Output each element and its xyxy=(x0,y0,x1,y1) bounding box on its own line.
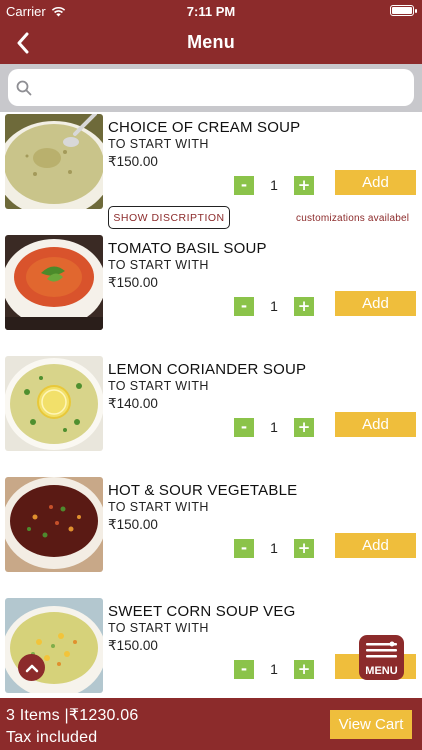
item-category: TO START WITH xyxy=(108,500,209,514)
qty-value: 1 xyxy=(270,298,278,314)
qty-plus-button[interactable]: + xyxy=(294,539,314,558)
chevron-up-icon xyxy=(25,664,38,672)
item-name: HOT & SOUR VEGETABLE xyxy=(108,482,298,499)
menu-fab-label: MENU xyxy=(365,665,398,677)
qty-minus-button[interactable]: - xyxy=(234,660,254,679)
add-button[interactable]: Add xyxy=(335,533,416,558)
item-price: ₹150.00 xyxy=(108,275,158,290)
item-name: LEMON CORIANDER SOUP xyxy=(108,361,307,378)
menu-item: CHOICE OF CREAM SOUP TO START WITH ₹150.… xyxy=(0,112,422,233)
customizations-note: customizations availabel xyxy=(296,213,410,224)
add-button[interactable]: Add xyxy=(335,170,416,195)
item-name: TOMATO BASIL SOUP xyxy=(108,240,267,257)
qty-plus-button[interactable]: + xyxy=(294,176,314,195)
tax-note: Tax included xyxy=(6,729,98,746)
add-button[interactable]: Add xyxy=(335,412,416,437)
cart-summary: 3 Items |₹1230.06 xyxy=(6,707,139,724)
menu-fab-button[interactable]: MENU xyxy=(359,635,404,680)
item-price: ₹150.00 xyxy=(108,517,158,532)
status-time: 7:11 PM xyxy=(186,4,236,19)
status-bar: Carrier 7:11 PM xyxy=(0,0,422,22)
qty-minus-button[interactable]: - xyxy=(234,539,254,558)
qty-minus-button[interactable]: - xyxy=(234,297,254,316)
battery-icon xyxy=(390,5,417,16)
app-header: Carrier 7:11 PM Menu xyxy=(0,0,422,64)
item-name: CHOICE OF CREAM SOUP xyxy=(108,119,301,136)
menu-item: TOMATO BASIL SOUP TO START WITH ₹150.00 … xyxy=(0,233,422,354)
tomato-basil-soup-photo xyxy=(5,235,103,330)
scroll-to-top-button[interactable] xyxy=(18,654,45,681)
menu-item: LEMON CORIANDER SOUP TO START WITH ₹140.… xyxy=(0,354,422,475)
qty-plus-button[interactable]: + xyxy=(294,297,314,316)
qty-plus-button[interactable]: + xyxy=(294,660,314,679)
hot-sour-soup-photo xyxy=(5,477,103,572)
lemon-coriander-soup-photo xyxy=(5,356,103,451)
page-title: Menu xyxy=(187,32,235,52)
menu-list-icon xyxy=(366,641,397,658)
qty-minus-button[interactable]: - xyxy=(234,418,254,437)
sweet-corn-soup-photo xyxy=(5,598,103,693)
show-description-button[interactable]: SHOW DISCRIPTION xyxy=(108,206,230,229)
navbar: Menu xyxy=(0,22,422,64)
view-cart-button[interactable]: View Cart xyxy=(330,710,412,739)
item-category: TO START WITH xyxy=(108,137,209,151)
menu-item: HOT & SOUR VEGETABLE TO START WITH ₹150.… xyxy=(0,475,422,596)
cream-soup-photo xyxy=(5,114,103,209)
qty-minus-button[interactable]: - xyxy=(234,176,254,195)
search-bar xyxy=(0,64,422,112)
item-price: ₹140.00 xyxy=(108,396,158,411)
qty-value: 1 xyxy=(270,661,278,677)
search-input[interactable] xyxy=(8,69,414,106)
qty-value: 1 xyxy=(270,540,278,556)
qty-plus-button[interactable]: + xyxy=(294,418,314,437)
qty-value: 1 xyxy=(270,177,278,193)
add-button[interactable]: Add xyxy=(335,291,416,316)
item-price: ₹150.00 xyxy=(108,154,158,169)
item-category: TO START WITH xyxy=(108,258,209,272)
item-price: ₹150.00 xyxy=(108,638,158,653)
item-category: TO START WITH xyxy=(108,621,209,635)
search-icon xyxy=(16,80,32,96)
item-category: TO START WITH xyxy=(108,379,209,393)
menu-list: CHOICE OF CREAM SOUP TO START WITH ₹150.… xyxy=(0,112,422,698)
item-name: SWEET CORN SOUP VEG xyxy=(108,603,296,620)
qty-value: 1 xyxy=(270,419,278,435)
